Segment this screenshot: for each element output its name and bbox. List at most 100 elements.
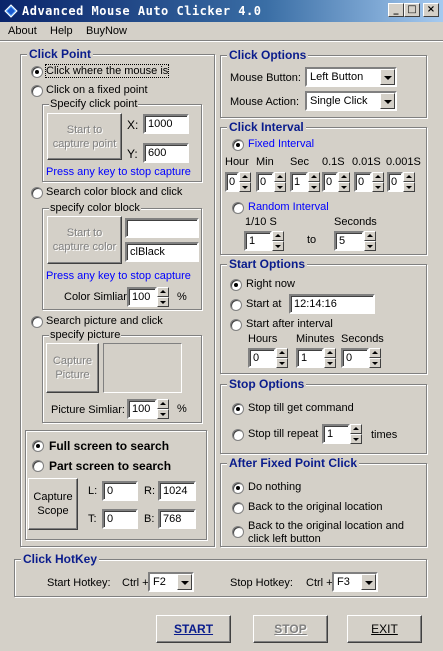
picture-preview (103, 343, 182, 393)
app-diamond-icon (4, 4, 18, 18)
s01-spinner[interactable] (338, 172, 350, 192)
r-input[interactable]: 1024 (158, 481, 196, 501)
l-input[interactable]: 0 (102, 481, 138, 501)
hour-input[interactable]: 0 (225, 172, 239, 192)
mouse-action-select[interactable]: Single Click (305, 91, 397, 111)
start-seconds-spinner[interactable] (369, 348, 381, 368)
s01-label: 0.1S (322, 156, 345, 168)
title-bar: Advanced Mouse Auto Clicker 4.0 _ □ × (0, 0, 443, 22)
l-label: L: (88, 485, 98, 497)
capture-scope-button[interactable]: Capture Scope (28, 478, 78, 530)
start-options-title: Start Options (227, 257, 308, 271)
start-hotkey-select[interactable]: F2 (148, 572, 194, 592)
minutes-label: Minutes (296, 333, 335, 345)
label-stop-repeat: Stop till repeat (248, 428, 319, 440)
radio-random-interval[interactable] (232, 202, 244, 214)
random-to-spinner[interactable] (364, 231, 376, 251)
minimize-button[interactable]: _ (388, 3, 404, 17)
y-input[interactable]: 600 (143, 143, 189, 163)
s01-input[interactable]: 0 (322, 172, 338, 192)
hour-spinner[interactable] (239, 172, 251, 192)
exit-button[interactable]: EXIT (347, 615, 422, 643)
start-minutes-input[interactable]: 1 (296, 348, 324, 368)
radio-picture[interactable] (31, 316, 43, 328)
sec-spinner[interactable] (308, 172, 320, 192)
radio-click-mouse[interactable] (31, 66, 43, 78)
radio-back-click[interactable] (232, 526, 244, 538)
color-swatch-field (125, 218, 199, 238)
menu-about[interactable]: About (8, 25, 37, 37)
repeat-spinner[interactable] (350, 424, 362, 444)
start-hours-input[interactable]: 0 (248, 348, 276, 368)
t-input[interactable]: 0 (102, 509, 138, 529)
menu-bar: About Help BuyNow (0, 22, 443, 40)
radio-back-original[interactable] (232, 502, 244, 514)
s001-input[interactable]: 0 (354, 172, 372, 192)
start-seconds-input[interactable]: 0 (341, 348, 369, 368)
radio-fixed-point[interactable] (31, 85, 43, 97)
radio-do-nothing[interactable] (232, 482, 244, 494)
random-to-input[interactable]: 5 (334, 231, 364, 251)
stop-hotkey-mod: Ctrl + (306, 577, 333, 589)
menu-help[interactable]: Help (50, 25, 73, 37)
close-button[interactable]: × (423, 3, 439, 17)
s0001-input[interactable]: 0 (387, 172, 403, 192)
capture-picture-button[interactable]: Capture Picture (46, 343, 99, 393)
hotkey-title: Click HotKey (21, 552, 100, 566)
stop-options-title: Stop Options (227, 377, 307, 391)
radio-stop-command[interactable] (232, 403, 244, 415)
radio-start-at[interactable] (230, 299, 242, 311)
specify-point-label: Specify click point (49, 98, 139, 110)
mouse-button-select[interactable]: Left Button (305, 67, 397, 87)
min-label: Min (256, 156, 274, 168)
window-title: Advanced Mouse Auto Clicker 4.0 (22, 4, 262, 18)
chevron-down-icon (380, 69, 395, 85)
capture-color-button[interactable]: Start to capture color (47, 216, 122, 264)
color-name-field[interactable]: clBlack (125, 242, 199, 262)
s0001-spinner[interactable] (403, 172, 415, 192)
picture-similar-input[interactable]: 100 (127, 399, 157, 419)
specify-picture-label: specify picture (49, 329, 122, 341)
label-do-nothing: Do nothing (248, 481, 302, 493)
chevron-down-icon (380, 93, 395, 109)
b-input[interactable]: 768 (158, 509, 196, 529)
capture-point-button[interactable]: Start to capture point (47, 113, 122, 160)
radio-part-screen[interactable] (32, 460, 44, 472)
min-spinner[interactable] (274, 172, 286, 192)
min-input[interactable]: 0 (256, 172, 274, 192)
start-minutes-spinner[interactable] (324, 348, 336, 368)
start-hours-spinner[interactable] (276, 348, 288, 368)
maximize-icon: □ (407, 4, 417, 15)
maximize-button[interactable]: □ (404, 3, 420, 17)
radio-fixed-interval[interactable] (232, 139, 244, 151)
radio-full-screen[interactable] (32, 440, 44, 452)
start-at-input[interactable]: 12:14:16 (289, 294, 375, 314)
stop-hotkey-select[interactable]: F3 (332, 572, 378, 592)
picture-similar-spinner[interactable] (157, 399, 169, 419)
random-from-input[interactable]: 1 (244, 231, 272, 251)
color-similar-input[interactable]: 100 (127, 287, 157, 307)
capture-hint-2: Press any key to stop capture (46, 270, 191, 282)
start-seconds-label: Seconds (341, 333, 384, 345)
x-input[interactable]: 1000 (143, 114, 189, 134)
repeat-input[interactable]: 1 (322, 424, 350, 444)
menu-buynow[interactable]: BuyNow (86, 25, 127, 37)
label-start-at: Start at (246, 298, 282, 310)
radio-color-block[interactable] (31, 187, 43, 199)
s001-spinner[interactable] (372, 172, 384, 192)
radio-start-after[interactable] (230, 319, 242, 331)
sec-input[interactable]: 1 (290, 172, 308, 192)
random-from-spinner[interactable] (272, 231, 284, 251)
minimize-icon: _ (393, 4, 399, 15)
start-button[interactable]: START (156, 615, 231, 643)
radio-right-now[interactable] (230, 279, 242, 291)
radio-stop-repeat[interactable] (232, 429, 244, 441)
label-click-mouse: Click where the mouse is (44, 64, 170, 78)
sec-label: Sec (290, 156, 309, 168)
stop-button[interactable]: STOP (253, 615, 328, 643)
color-similar-spinner[interactable] (157, 287, 169, 307)
stop-hotkey-label: Stop Hotkey: (230, 577, 293, 589)
label-picture: Search picture and click (46, 315, 163, 327)
label-random-interval: Random Interval (248, 201, 329, 213)
label-start-after: Start after interval (246, 318, 333, 330)
